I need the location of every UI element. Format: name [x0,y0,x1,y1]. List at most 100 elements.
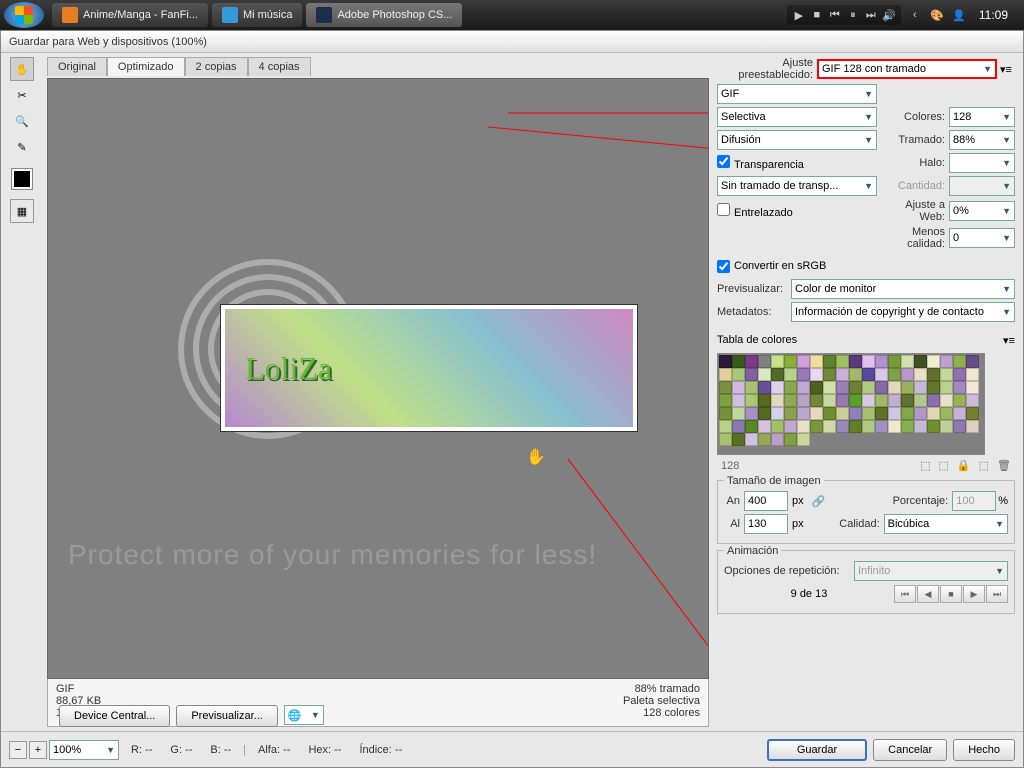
color-swatch-cell[interactable] [823,407,836,420]
color-swatch-cell[interactable] [875,368,888,381]
color-swatch-cell[interactable] [836,368,849,381]
color-swatch-cell[interactable] [953,394,966,407]
color-swatch-cell[interactable] [914,407,927,420]
color-swatch-cell[interactable] [797,381,810,394]
browser-preview-select[interactable]: 🌐▼ [284,705,324,725]
color-swatch-cell[interactable] [797,355,810,368]
canvas[interactable]: photobucket LoliZa ✋ Protect more of you… [47,78,709,679]
ct-trash-icon[interactable]: 🗑 [997,459,1011,472]
color-swatch-cell[interactable] [927,368,940,381]
colors-select[interactable]: 128▼ [949,107,1015,127]
media-pause-icon[interactable]: ⏸ [845,7,861,23]
color-swatch-cell[interactable] [836,394,849,407]
color-swatch-cell[interactable] [719,355,732,368]
color-swatch-cell[interactable] [901,394,914,407]
color-swatch-cell[interactable] [966,355,979,368]
color-swatch-cell[interactable] [836,407,849,420]
color-swatch-cell[interactable] [888,368,901,381]
done-button[interactable]: Hecho [953,739,1015,761]
transparency-checkbox[interactable] [717,155,730,168]
color-swatch-cell[interactable] [927,381,940,394]
color-swatch-cell[interactable] [953,381,966,394]
dither-method-select[interactable]: Difusión▼ [717,130,877,150]
color-swatch-cell[interactable] [927,394,940,407]
ct-icon-1[interactable]: ⬚ [920,459,930,472]
slice-tool[interactable]: ✂ [10,83,34,107]
color-swatch-cell[interactable] [966,368,979,381]
taskbar-item-photoshop[interactable]: Adobe Photoshop CS... [306,3,462,27]
reduction-select[interactable]: Selectiva▼ [717,107,877,127]
lossy-select[interactable]: 0▼ [949,228,1015,248]
color-swatch-cell[interactable] [732,420,745,433]
color-swatch-cell[interactable] [966,420,979,433]
ct-icon-2[interactable]: ⬚ [939,459,949,472]
color-swatch-cell[interactable] [797,420,810,433]
color-swatch-cell[interactable] [901,407,914,420]
colortable-menu-icon[interactable]: ▾≡ [1003,334,1015,347]
color-swatch-cell[interactable] [927,355,940,368]
eyedropper-tool[interactable]: ✎ [10,135,34,159]
ct-new-icon[interactable]: ⬚ [979,459,989,472]
websnap-select[interactable]: 0%▼ [949,201,1015,221]
color-swatch-cell[interactable] [758,355,771,368]
color-swatch-cell[interactable] [810,355,823,368]
color-swatch-cell[interactable] [901,381,914,394]
color-swatch-cell[interactable] [719,407,732,420]
color-swatch-cell[interactable] [810,381,823,394]
anim-next-icon[interactable]: ▶ [963,585,985,603]
color-swatch-cell[interactable] [940,394,953,407]
color-swatch-cell[interactable] [966,381,979,394]
quality-select[interactable]: Bicúbica▼ [884,514,1008,534]
taskbar-item-firefox[interactable]: Anime/Manga - FanFi... [52,3,208,27]
color-swatch-cell[interactable] [914,394,927,407]
color-swatch-cell[interactable] [810,394,823,407]
color-swatch-cell[interactable] [914,381,927,394]
color-swatch-cell[interactable] [862,355,875,368]
color-swatch-cell[interactable] [758,368,771,381]
color-swatch-cell[interactable] [849,394,862,407]
color-swatch-cell[interactable] [758,394,771,407]
color-swatch-cell[interactable] [823,381,836,394]
color-swatch-cell[interactable] [862,394,875,407]
color-swatch-cell[interactable] [966,407,979,420]
format-select[interactable]: GIF▼ [717,84,877,104]
color-swatch-cell[interactable] [953,355,966,368]
matte-select[interactable]: ▼ [949,153,1015,173]
color-swatch-cell[interactable] [758,381,771,394]
percent-input[interactable] [952,491,996,511]
zoom-out-button[interactable]: − [9,741,27,759]
color-swatch-cell[interactable] [862,420,875,433]
color-swatch-cell[interactable] [862,368,875,381]
color-swatch-cell[interactable] [732,355,745,368]
color-swatch-cell[interactable] [823,355,836,368]
tab-4up[interactable]: 4 copias [248,57,311,76]
color-swatch-cell[interactable] [940,420,953,433]
color-swatch-cell[interactable] [784,355,797,368]
media-stop-icon[interactable]: ■ [809,7,825,23]
color-swatch-cell[interactable] [745,368,758,381]
interlaced-checkbox[interactable] [717,203,730,216]
preset-select[interactable]: GIF 128 con tramado▼ [817,59,997,79]
color-swatch-cell[interactable] [966,394,979,407]
color-table[interactable] [717,353,985,455]
color-swatch-cell[interactable] [875,381,888,394]
tray-palette-icon[interactable]: 🎨 [929,7,945,23]
color-swatch-cell[interactable] [784,381,797,394]
color-swatch-cell[interactable] [797,407,810,420]
color-swatch-cell[interactable] [745,433,758,446]
color-swatch-cell[interactable] [914,355,927,368]
color-swatch-cell[interactable] [953,407,966,420]
color-swatch-cell[interactable] [758,433,771,446]
color-swatch-cell[interactable] [862,381,875,394]
color-swatch-cell[interactable] [875,394,888,407]
color-swatch-cell[interactable] [888,407,901,420]
color-swatch-cell[interactable] [771,420,784,433]
color-swatch-cell[interactable] [888,381,901,394]
taskbar-item-music[interactable]: Mi música [212,3,303,27]
width-input[interactable] [744,491,788,511]
color-swatch-cell[interactable] [849,355,862,368]
ct-lock-icon[interactable]: 🔒 [957,459,971,472]
tab-original[interactable]: Original [47,57,107,76]
zoom-in-button[interactable]: + [29,741,47,759]
media-play-icon[interactable]: ▶ [791,7,807,23]
